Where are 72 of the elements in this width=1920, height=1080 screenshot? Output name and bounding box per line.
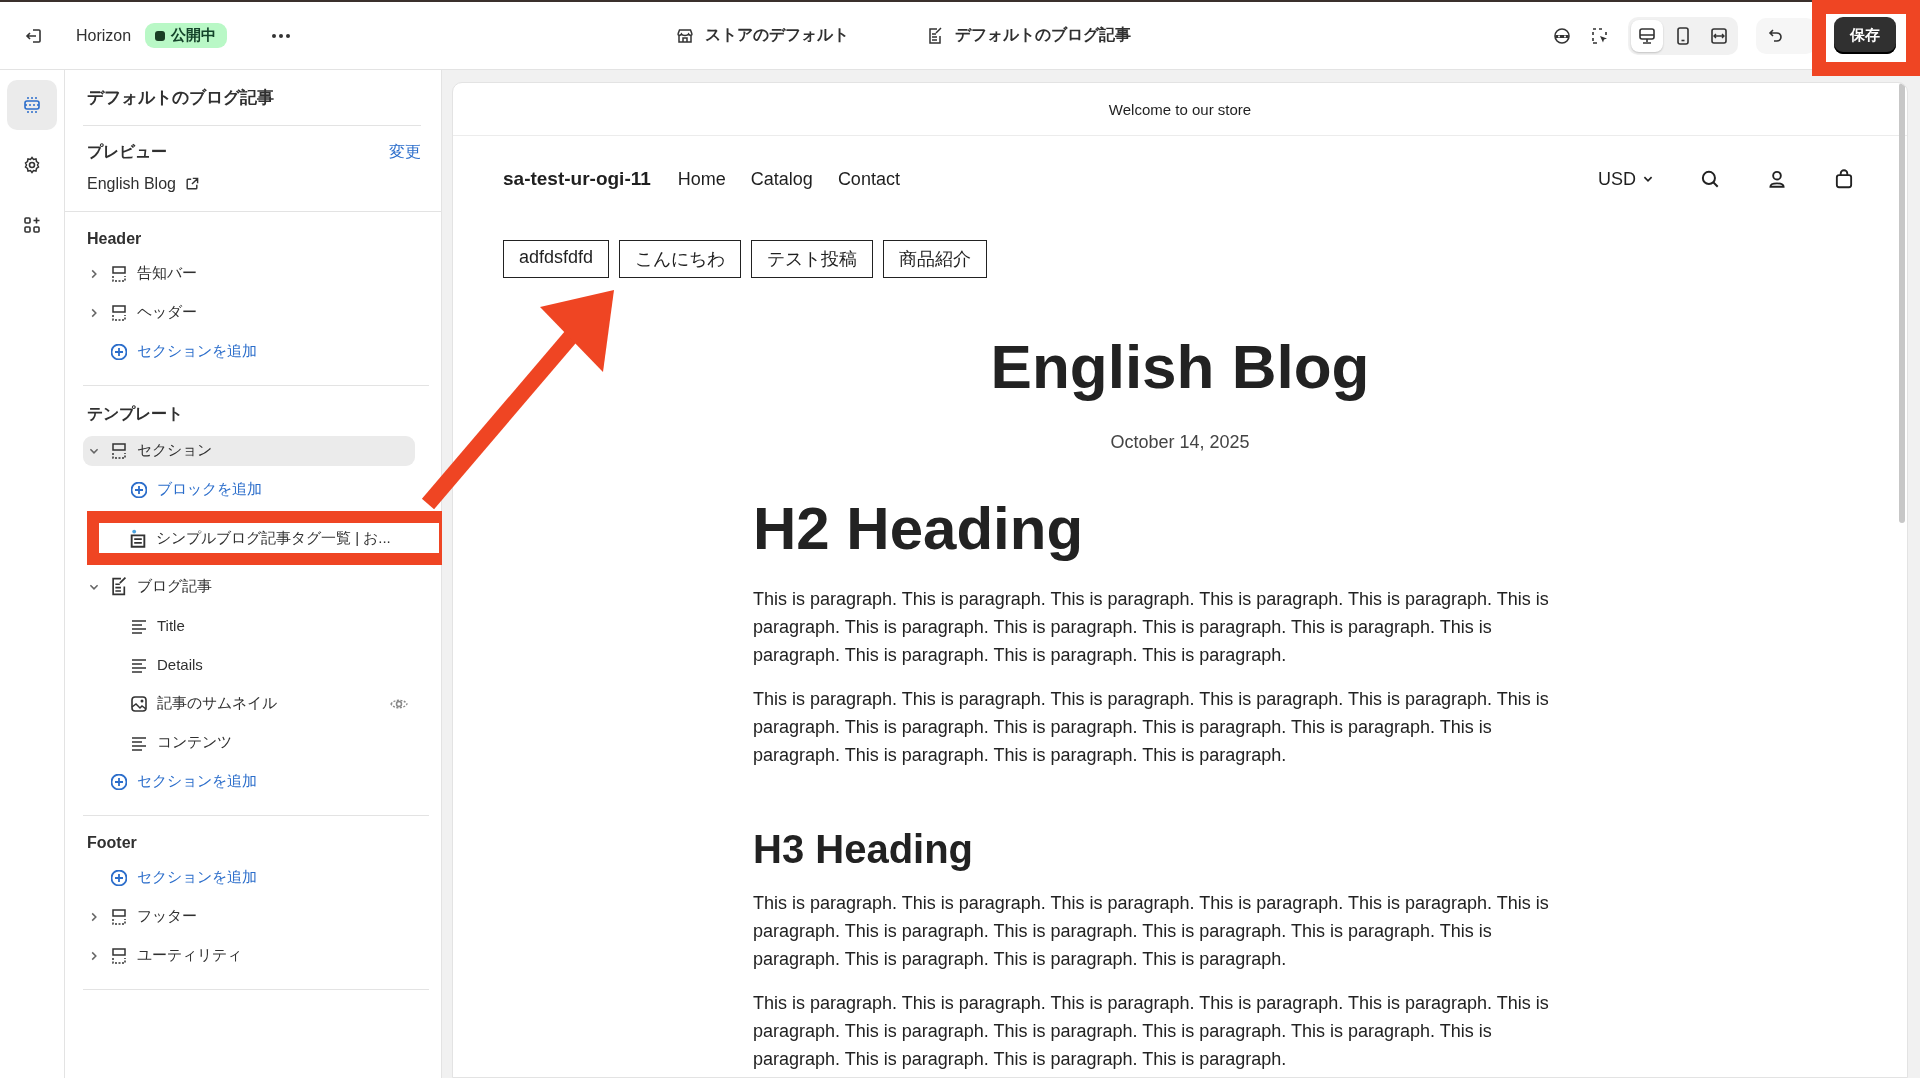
app-block-icon	[130, 528, 146, 548]
plus-circle-icon	[111, 869, 127, 886]
group-title: Header	[86, 230, 143, 248]
nav-link[interactable]: Contact	[837, 168, 900, 190]
store-name[interactable]: sa-test-ur-ogi-11	[503, 168, 651, 190]
tree-item[interactable]: シンプルブログ記事タグ一覧 | お...	[99, 523, 439, 553]
layout-icon	[109, 302, 129, 323]
currency-selector[interactable]: USD	[1598, 168, 1654, 190]
tag-button[interactable]: adfdsfdfd	[503, 240, 610, 278]
store-selector[interactable]: ストアのデフォルト	[667, 19, 857, 52]
scrollbar[interactable]	[1899, 83, 1905, 523]
tree-item[interactable]: Details	[83, 649, 415, 680]
paragraph: This is paragraph. This is paragraph. This is paragraph. This is paragraph. This is paragraph. This is paragraph. This is paragraph. This is paragraph. This is paragraph. This is paragraph. This is paragraph. This is paragraph. This is paragraph. This is paragraph.	[753, 688, 1550, 768]
select-icon[interactable]	[1590, 25, 1610, 46]
tree-item[interactable]: 記事のサムネイル	[83, 688, 415, 719]
announcement-text: Welcome to our store	[1108, 100, 1252, 118]
theme-name: Horizon	[76, 26, 132, 45]
add-section-link[interactable]: セクションを追加	[109, 772, 257, 791]
add-section-link[interactable]: セクションを追加	[109, 868, 257, 887]
more-icon[interactable]	[271, 32, 292, 39]
paragraph: This is paragraph. This is paragraph. This is paragraph. This is paragraph. This is paragraph. This is paragraph. This is paragraph. This is paragraph. This is paragraph. This is paragraph. This is paragraph. This is paragraph. This is paragraph. This is paragraph.	[753, 892, 1550, 972]
tree-item[interactable]: 告知バー	[83, 258, 415, 289]
save-button[interactable]: 保存	[1834, 17, 1896, 54]
layout-icon	[109, 440, 129, 461]
sections-nav-button[interactable]	[7, 80, 57, 130]
paragraph: This is paragraph. This is paragraph. This is paragraph. This is paragraph. This is paragraph. This is paragraph. This is paragraph. This is paragraph. This is paragraph. This is paragraph. This is paragraph. This is paragraph. This is paragraph. This is paragraph.	[753, 588, 1550, 668]
tag-button[interactable]: こんにちわ	[619, 240, 742, 278]
tree-item[interactable]: ヘッダー	[83, 297, 415, 328]
external-link-icon[interactable]	[183, 176, 200, 192]
tree-item[interactable]: フッター	[83, 901, 415, 932]
tree-item[interactable]: コンテンツ	[83, 727, 415, 758]
layout-icon	[22, 95, 42, 115]
paragraph: This is paragraph. This is paragraph. This is paragraph. This is paragraph. This is paragraph. This is paragraph. This is paragraph. This is paragraph. This is paragraph. This is paragraph. This is paragraph. This is paragraph. This is paragraph. This is paragraph.	[753, 992, 1550, 1072]
heading: H3 Heading	[753, 826, 975, 874]
settings-icon	[22, 155, 42, 175]
nav-link[interactable]: Catalog	[750, 168, 813, 190]
plus-circle-icon	[131, 481, 147, 498]
search-icon[interactable]	[1699, 168, 1721, 190]
desktop-icon	[1637, 25, 1657, 46]
bag-icon[interactable]	[1833, 168, 1855, 190]
change-link[interactable]: 変更	[389, 142, 421, 163]
preview-label: プレビュー	[87, 142, 167, 162]
add-section-link[interactable]: セクションを追加	[109, 342, 257, 361]
panel-title: デフォルトのブログ記事	[83, 86, 421, 126]
status-badge: 公開中	[145, 23, 228, 48]
layout-icon	[109, 906, 129, 927]
layout-icon	[109, 263, 129, 284]
group-title: テンプレート	[86, 404, 184, 424]
tree-item[interactable]: ブログ記事	[83, 571, 415, 602]
article-title: English Blog	[989, 331, 1371, 403]
tree-item[interactable]: ユーティリティ	[83, 940, 415, 971]
add-block-link[interactable]: ブロックを追加	[129, 480, 262, 499]
document-icon	[111, 577, 127, 596]
apps-icon	[22, 215, 42, 235]
group-title: Footer	[86, 834, 138, 852]
expand-width-icon	[1709, 25, 1729, 46]
tree-item[interactable]: Title	[83, 610, 415, 641]
tree-item[interactable]: セクション	[83, 435, 415, 466]
desktop-view-button[interactable]	[1631, 19, 1663, 52]
plus-circle-icon	[111, 343, 127, 360]
preview-value: English Blog	[87, 175, 176, 193]
nav-link[interactable]: Home	[677, 168, 726, 190]
image-icon	[129, 693, 149, 714]
tag-button[interactable]: 商品紹介	[883, 240, 988, 278]
tag-button[interactable]: テスト投稿	[751, 240, 874, 278]
account-icon[interactable]	[1766, 168, 1788, 190]
article-date: October 14, 2025	[1109, 432, 1251, 454]
template-selector[interactable]: デフォルトのブログ記事	[917, 19, 1139, 52]
mask-icon[interactable]	[1552, 25, 1572, 46]
heading: H2 Heading	[753, 494, 1085, 565]
plus-circle-icon	[111, 773, 127, 790]
layout-icon	[109, 945, 129, 966]
